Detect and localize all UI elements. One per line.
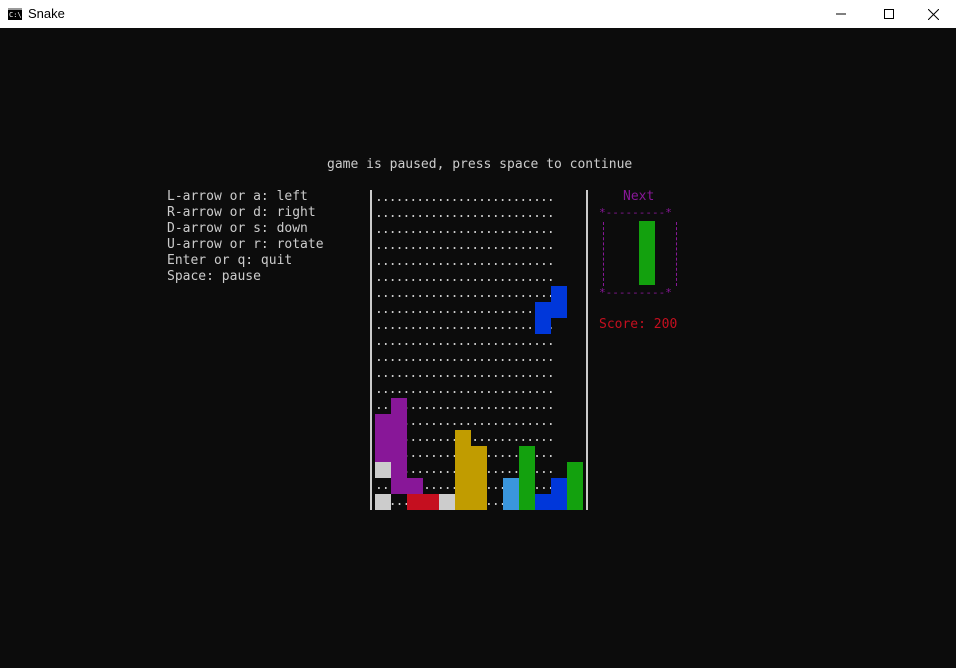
locked-block — [471, 494, 487, 510]
locked-block — [375, 462, 391, 478]
locked-block — [567, 494, 583, 510]
locked-block — [391, 414, 407, 430]
next-box-bottom: *---------* — [599, 286, 672, 299]
locked-block — [551, 478, 567, 494]
board-row: .......................... — [375, 254, 555, 269]
locked-block — [503, 494, 519, 510]
minimize-icon — [836, 13, 846, 15]
close-button[interactable] — [910, 0, 956, 28]
locked-block — [439, 494, 455, 510]
maximize-icon — [884, 9, 894, 19]
locked-block — [391, 430, 407, 446]
locked-block — [471, 446, 487, 462]
help-right: R-arrow or d: right — [167, 205, 316, 220]
next-piece-i — [639, 221, 655, 285]
score-text: Score: 200 — [599, 317, 678, 332]
board-row: .......................... — [375, 238, 555, 253]
locked-block — [455, 462, 471, 478]
minimize-button[interactable] — [818, 0, 864, 28]
locked-block — [455, 494, 471, 510]
falling-block — [551, 286, 567, 302]
help-left: L-arrow or a: left — [167, 189, 308, 204]
next-box-right — [676, 222, 678, 286]
locked-block — [519, 478, 535, 494]
board-row: .......................... — [375, 222, 555, 237]
board-left-wall — [370, 190, 372, 510]
locked-block — [519, 462, 535, 478]
board-row: .......................... — [375, 334, 555, 349]
falling-block — [551, 302, 567, 318]
locked-block — [375, 494, 391, 510]
locked-block — [567, 478, 583, 494]
next-label: Next — [623, 189, 655, 204]
locked-block — [407, 478, 423, 494]
help-pause: Space: pause — [167, 269, 261, 284]
board-row: .......................... — [375, 366, 555, 381]
locked-block — [391, 462, 407, 478]
locked-block — [375, 430, 391, 446]
locked-block — [519, 446, 535, 462]
locked-block — [423, 494, 439, 510]
maximize-button[interactable] — [866, 0, 912, 28]
locked-block — [455, 478, 471, 494]
next-box-top: *---------* — [599, 206, 672, 219]
locked-block — [455, 430, 471, 446]
help-quit: Enter or q: quit — [167, 253, 293, 268]
locked-block — [391, 398, 407, 414]
board-row: .......................... — [375, 206, 555, 221]
locked-block — [375, 446, 391, 462]
locked-block — [503, 478, 519, 494]
help-down: D-arrow or s: down — [167, 221, 308, 236]
board-row: .......................... — [375, 270, 555, 285]
locked-block — [375, 414, 391, 430]
falling-block — [535, 318, 551, 334]
close-icon — [927, 8, 939, 20]
title-bar[interactable]: C:\ Snake — [0, 0, 956, 28]
falling-block — [535, 302, 551, 318]
locked-block — [471, 462, 487, 478]
locked-block — [407, 494, 423, 510]
locked-block — [519, 494, 535, 510]
board-row: .......................... — [375, 318, 555, 333]
pause-message: game is paused, press space to continue — [327, 157, 633, 172]
locked-block — [471, 478, 487, 494]
console-icon: C:\ — [8, 8, 22, 20]
window-title: Snake — [28, 6, 65, 21]
locked-block — [535, 494, 551, 510]
locked-block — [551, 494, 567, 510]
next-box-left — [603, 222, 605, 286]
locked-block — [567, 462, 583, 478]
locked-block — [391, 478, 407, 494]
board-row: .......................... — [375, 382, 555, 397]
locked-block — [455, 446, 471, 462]
locked-block — [391, 446, 407, 462]
help-rotate: U-arrow or r: rotate — [167, 237, 324, 252]
board-row: .......................... — [375, 190, 555, 205]
board-row: .......................... — [375, 350, 555, 365]
